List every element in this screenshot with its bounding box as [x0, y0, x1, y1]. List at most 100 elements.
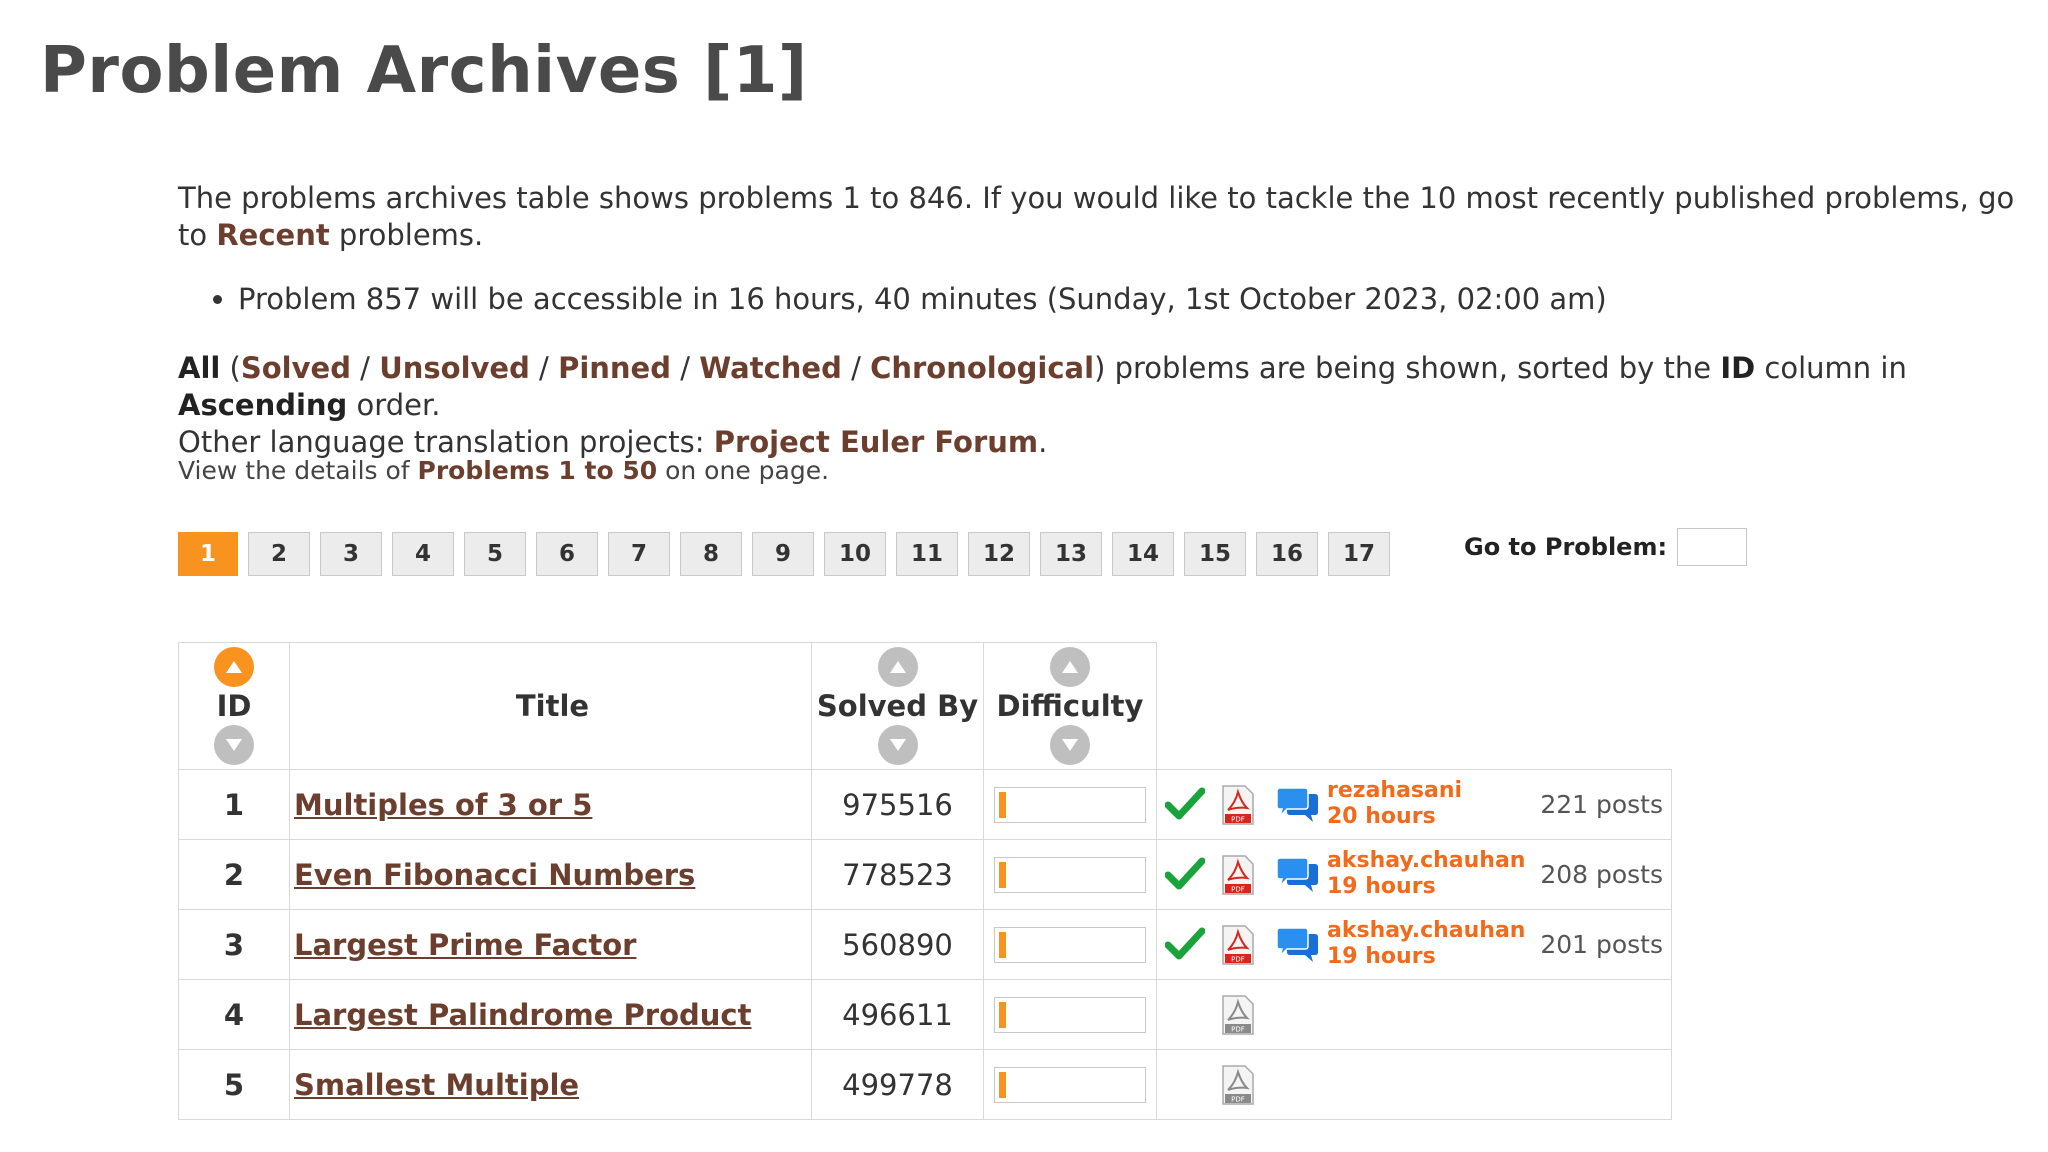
- filter-watched-link[interactable]: Watched: [699, 351, 842, 385]
- pdf-gray-icon[interactable]: PDF: [1221, 1064, 1255, 1106]
- solved-by-count: 496611: [811, 979, 984, 1050]
- problems-table: ID Title Solved By Difficulty 1 Multiple…: [178, 642, 1672, 1120]
- filter-pinned-link[interactable]: Pinned: [558, 351, 671, 385]
- table-row: 2 Even Fibonacci Numbers 778523 PDF akshay.c…: [178, 839, 1672, 910]
- page-button-4[interactable]: 4: [392, 532, 454, 576]
- forum-username[interactable]: akshay.chauhan: [1327, 918, 1525, 944]
- difficulty-fill: [999, 1001, 1006, 1028]
- page-button-16[interactable]: 16: [1256, 532, 1318, 576]
- svg-text:PDF: PDF: [1231, 886, 1245, 894]
- sort-ascending-icon[interactable]: [214, 647, 254, 687]
- id-header-label: ID: [216, 689, 252, 723]
- page-button-15[interactable]: 15: [1184, 532, 1246, 576]
- filter-chronological-link[interactable]: Chronological: [870, 351, 1094, 385]
- intro-text-after: problems.: [329, 218, 484, 252]
- next-problem-notice: Problem 857 will be accessible in 16 hou…: [238, 282, 1607, 316]
- page-button-12[interactable]: 12: [968, 532, 1030, 576]
- page-button-3[interactable]: 3: [320, 532, 382, 576]
- problems-table-body: 1 Multiples of 3 or 5 975516 PDF rezahasani 2…: [178, 769, 1672, 1120]
- svg-text:PDF: PDF: [1231, 1096, 1245, 1104]
- page-button-10[interactable]: 10: [824, 532, 886, 576]
- filter-shown-text: ) problems are being shown, sorted by th…: [1094, 351, 1721, 385]
- forum-post-count: 201 posts: [1540, 930, 1663, 959]
- go-to-problem-label: Go to Problem:: [1464, 533, 1668, 561]
- filter-solved-link[interactable]: Solved: [241, 351, 351, 385]
- forum-last-post[interactable]: akshay.chauhan 19 hours: [1327, 848, 1525, 900]
- forum-username[interactable]: rezahasani: [1327, 778, 1462, 804]
- go-to-problem: Go to Problem:: [1464, 528, 1748, 566]
- problem-title-link[interactable]: Even Fibonacci Numbers: [294, 858, 695, 892]
- filter-line: All (Solved / Unsolved / Pinned / Watche…: [178, 350, 2048, 461]
- pagination: 1 2 3 4 5 6 7 8 9 10 11 12 13 14 15 16 17: [178, 532, 1390, 576]
- filter-sep-2: /: [529, 351, 559, 385]
- filter-order-text: order.: [347, 388, 441, 422]
- svg-text:PDF: PDF: [1231, 1026, 1245, 1034]
- problem-title-cell: Largest Prime Factor: [289, 909, 812, 980]
- solved-by-header-label: Solved By: [816, 689, 979, 723]
- solved-by-count: 778523: [811, 839, 984, 910]
- difficulty-bar: [994, 856, 1146, 893]
- problems-1-to-50-link[interactable]: Problems 1 to 50: [418, 456, 658, 485]
- forum-time: 19 hours: [1327, 874, 1436, 899]
- recent-problems-link[interactable]: Recent: [216, 218, 329, 252]
- problem-title-link[interactable]: Smallest Multiple: [294, 1068, 579, 1102]
- forum-post-count: 208 posts: [1540, 860, 1663, 889]
- status-cell: PDF akshay.chauhan 19 hours 201 posts: [1156, 909, 1672, 980]
- sort-descending-icon[interactable]: [877, 725, 918, 765]
- filter-open-paren: (: [220, 351, 241, 385]
- sort-ascending-icon[interactable]: [877, 647, 918, 687]
- forum-username[interactable]: akshay.chauhan: [1327, 848, 1525, 874]
- details-suffix: on one page.: [657, 456, 830, 485]
- forum-chat-icon[interactable]: [1275, 854, 1319, 896]
- pdf-gray-icon[interactable]: PDF: [1221, 994, 1255, 1036]
- pdf-red-icon[interactable]: PDF: [1221, 924, 1255, 966]
- filter-sep-4: /: [841, 351, 871, 385]
- page-button-5[interactable]: 5: [464, 532, 526, 576]
- filter-unsolved-link[interactable]: Unsolved: [379, 351, 530, 385]
- forum-time: 19 hours: [1327, 944, 1436, 969]
- difficulty-cell: [983, 769, 1157, 840]
- page-button-9[interactable]: 9: [752, 532, 814, 576]
- problem-id: 2: [178, 839, 290, 910]
- page-button-11[interactable]: 11: [896, 532, 958, 576]
- filter-sep-1: /: [350, 351, 380, 385]
- problem-title-link[interactable]: Largest Prime Factor: [294, 928, 636, 962]
- difficulty-fill: [999, 1071, 1006, 1098]
- page-button-2[interactable]: 2: [248, 532, 310, 576]
- sort-descending-icon[interactable]: [1050, 725, 1090, 765]
- problem-title-link[interactable]: Multiples of 3 or 5: [294, 788, 592, 822]
- title-header-label: Title: [515, 689, 590, 723]
- difficulty-fill: [999, 861, 1006, 888]
- forum-last-post[interactable]: akshay.chauhan 19 hours: [1327, 918, 1525, 970]
- problem-title-cell: Smallest Multiple: [289, 1049, 812, 1120]
- difficulty-bar: [994, 926, 1146, 963]
- forum-last-post[interactable]: rezahasani 20 hours: [1327, 778, 1462, 830]
- page-button-8[interactable]: 8: [680, 532, 742, 576]
- page-button-14[interactable]: 14: [1112, 532, 1174, 576]
- go-to-problem-input[interactable]: [1677, 528, 1748, 566]
- sort-descending-icon[interactable]: [214, 725, 254, 765]
- forum-translation-link[interactable]: Project Euler Forum: [714, 425, 1038, 459]
- page-button-7[interactable]: 7: [608, 532, 670, 576]
- page-button-17[interactable]: 17: [1328, 532, 1390, 576]
- status-cell: PDF akshay.chauhan 19 hours 208 posts: [1156, 839, 1672, 910]
- page-button-1[interactable]: 1: [178, 532, 238, 576]
- status-cell: PDF: [1156, 979, 1672, 1050]
- difficulty-header-label: Difficulty: [996, 689, 1144, 723]
- extra-column-header: [1156, 642, 1672, 770]
- problem-id: 1: [178, 769, 290, 840]
- pdf-red-icon[interactable]: PDF: [1221, 784, 1255, 826]
- forum-post-count: 221 posts: [1540, 790, 1663, 819]
- page-button-13[interactable]: 13: [1040, 532, 1102, 576]
- pdf-red-icon[interactable]: PDF: [1221, 854, 1255, 896]
- difficulty-bar: [994, 996, 1146, 1033]
- solved-check-icon: [1164, 926, 1206, 962]
- page-button-6[interactable]: 6: [536, 532, 598, 576]
- sort-column-label: ID: [1720, 351, 1756, 385]
- status-cell: PDF rezahasani 20 hours 221 posts: [1156, 769, 1672, 840]
- problem-title-link[interactable]: Largest Palindrome Product: [294, 998, 751, 1032]
- sort-ascending-icon[interactable]: [1050, 647, 1090, 687]
- translation-period: .: [1038, 425, 1048, 459]
- forum-chat-icon[interactable]: [1275, 784, 1319, 826]
- forum-chat-icon[interactable]: [1275, 924, 1319, 966]
